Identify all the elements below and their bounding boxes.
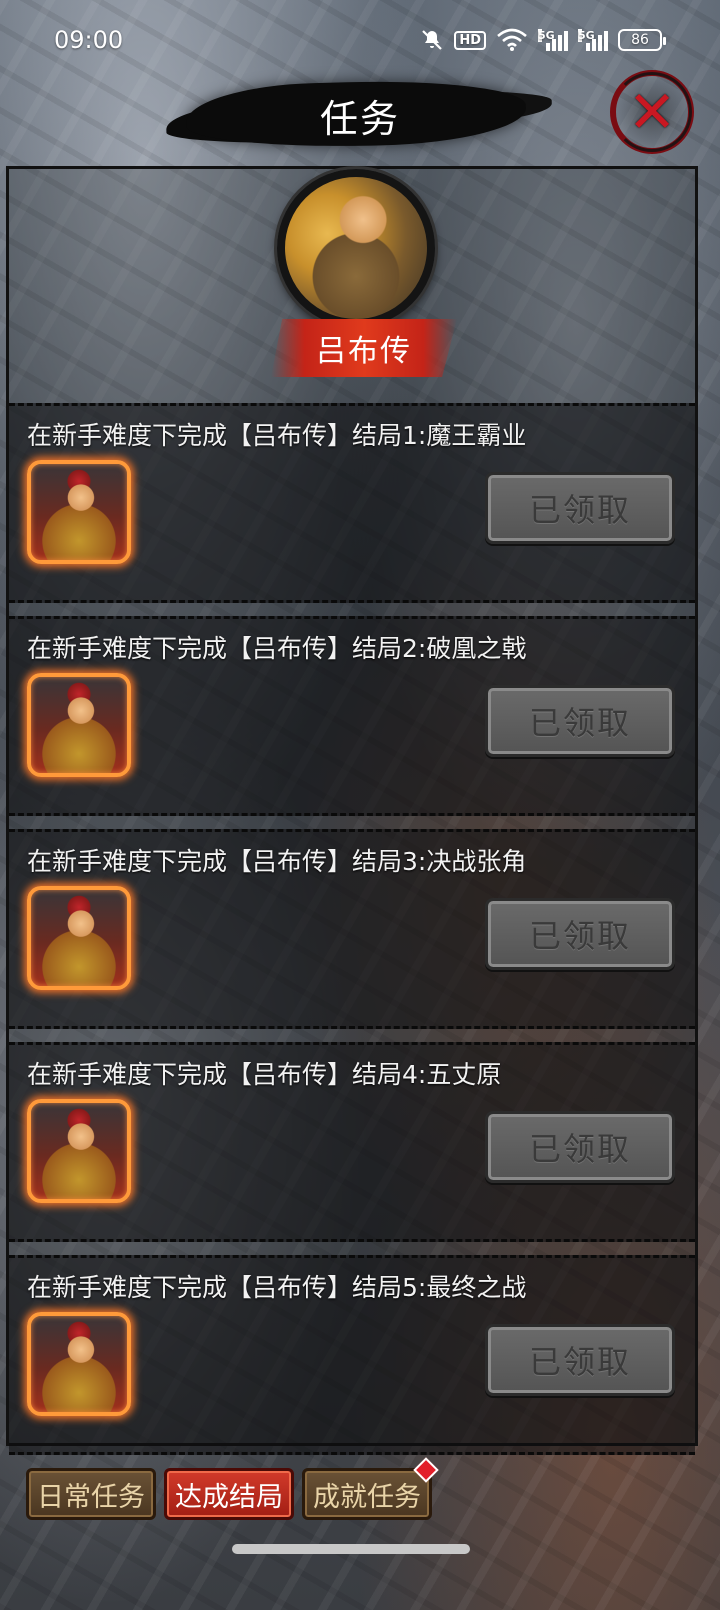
hero-portrait (277, 169, 435, 327)
reward-portrait-icon[interactable] (27, 673, 131, 777)
tab-label: 成就任务 (313, 1481, 421, 1513)
status-icons: HD 5G 5G 86 (420, 28, 666, 52)
reward-portrait-icon[interactable] (27, 1099, 131, 1203)
hero-name: 吕布传 (316, 334, 412, 369)
task-item: 在新手难度下完成【吕布传】结局3:决战张角 已领取 (9, 829, 695, 1029)
claimed-button-label: 已领取 (528, 1130, 631, 1168)
reward-portrait-icon[interactable] (27, 886, 131, 990)
wifi-icon (496, 28, 528, 52)
hd-icon: HD (454, 30, 486, 50)
close-icon: ✕ (627, 78, 677, 146)
claimed-button[interactable]: 已领取 (485, 685, 675, 757)
task-description: 在新手难度下完成【吕布传】结局2:破凰之戟 (27, 634, 527, 663)
bottom-tab-bar: 日常任务 达成结局 成就任务 (26, 1457, 439, 1524)
claimed-button-label: 已领取 (528, 704, 631, 742)
tab-daily-tasks[interactable]: 日常任务 (26, 1468, 156, 1520)
task-item: 在新手难度下完成【吕布传】结局4:五丈原 已领取 (9, 1042, 695, 1242)
reward-portrait-icon[interactable] (27, 460, 131, 564)
claimed-button[interactable]: 已领取 (485, 1111, 675, 1183)
task-description: 在新手难度下完成【吕布传】结局4:五丈原 (27, 1060, 502, 1089)
task-panel: 吕布传 在新手难度下完成【吕布传】结局1:魔王霸业 已领取 在新手难度下完成【吕… (6, 166, 698, 1455)
tab-achievements[interactable]: 成就任务 (302, 1457, 439, 1520)
hero-header: 吕布传 (9, 169, 695, 403)
task-description: 在新手难度下完成【吕布传】结局3:决战张角 (27, 847, 527, 876)
tab-endings[interactable]: 达成结局 (164, 1468, 294, 1520)
close-button[interactable]: ✕ (610, 70, 694, 154)
home-indicator[interactable] (232, 1544, 470, 1554)
mute-icon (420, 28, 444, 52)
task-description: 在新手难度下完成【吕布传】结局5:最终之战 (27, 1273, 527, 1302)
hero-name-banner: 吕布传 (271, 319, 457, 377)
status-bar: 09:00 HD 5G 5G 86 (0, 0, 720, 80)
battery-icon: 86 (618, 29, 666, 51)
task-item: 在新手难度下完成【吕布传】结局2:破凰之戟 已领取 (9, 616, 695, 816)
claimed-button-label: 已领取 (528, 1343, 631, 1381)
tab-label: 日常任务 (37, 1481, 145, 1513)
task-item: 在新手难度下完成【吕布传】结局5:最终之战 已领取 (9, 1255, 695, 1455)
signal-5g-icon: 5G (538, 29, 568, 51)
claimed-button[interactable]: 已领取 (485, 472, 675, 544)
claimed-button-label: 已领取 (528, 917, 631, 955)
claimed-button-label: 已领取 (528, 491, 631, 529)
task-item: 在新手难度下完成【吕布传】结局1:魔王霸业 已领取 (9, 403, 695, 603)
task-description: 在新手难度下完成【吕布传】结局1:魔王霸业 (27, 421, 527, 450)
signal-5g-icon-2: 5G (578, 29, 608, 51)
claimed-button[interactable]: 已领取 (485, 898, 675, 970)
tab-label: 达成结局 (175, 1481, 283, 1513)
status-time: 09:00 (54, 26, 124, 54)
battery-level: 86 (631, 32, 649, 48)
reward-portrait-icon[interactable] (27, 1312, 131, 1416)
claimed-button[interactable]: 已领取 (485, 1324, 675, 1396)
